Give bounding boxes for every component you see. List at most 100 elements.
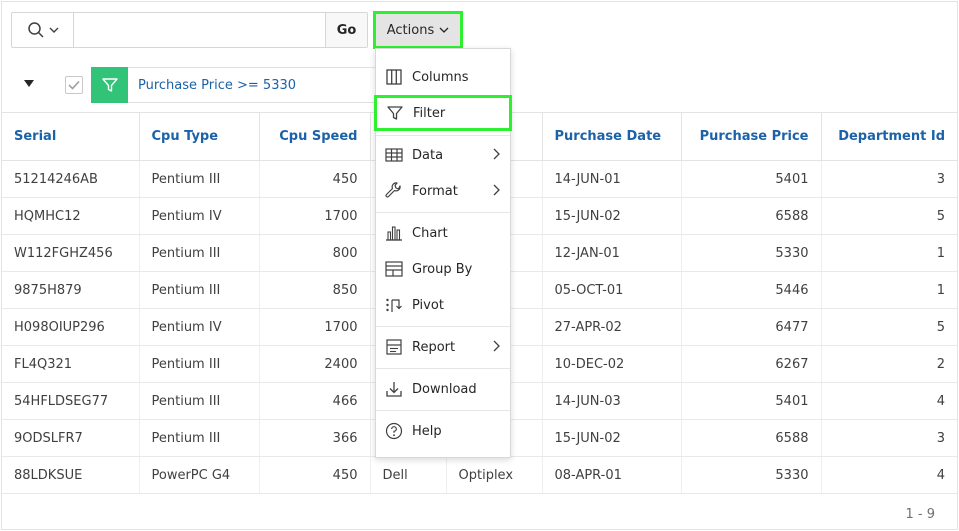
menu-item-label: Group By <box>412 261 473 277</box>
menu-divider <box>376 410 510 411</box>
filter-icon <box>91 66 128 103</box>
column-header-purchase-date[interactable]: Purchase Date <box>542 112 682 161</box>
table-cell: 15-JUN-02 <box>542 419 682 457</box>
table-cell: HQMHC12 <box>2 197 140 235</box>
table-cell: Pentium IV <box>139 197 260 235</box>
table-cell: 850 <box>259 271 371 309</box>
menu-divider <box>376 368 510 369</box>
menu-item-download[interactable]: Download <box>376 371 510 407</box>
table-cell: 450 <box>259 160 371 198</box>
menu-divider <box>376 326 510 327</box>
menu-divider <box>376 212 510 213</box>
filter-enable-checkbox[interactable] <box>65 76 83 94</box>
table-cell: 2 <box>821 345 957 383</box>
table-cell: 366 <box>259 419 371 457</box>
table-cell: Pentium IV <box>139 308 260 346</box>
table-cell: 51214246AB <box>2 160 140 198</box>
table-cell: 4 <box>821 382 957 420</box>
filter-label[interactable]: Purchase Price >= 5330 <box>128 78 296 93</box>
table-cell: 6588 <box>681 419 822 457</box>
table-cell: 1700 <box>259 197 371 235</box>
chevron-right-icon <box>493 184 500 196</box>
table-cell: 05-OCT-01 <box>542 271 682 309</box>
table-cell: Pentium III <box>139 419 260 457</box>
table-cell: 9875H879 <box>2 271 140 309</box>
table-cell: 6477 <box>681 308 822 346</box>
table-cell: 2400 <box>259 345 371 383</box>
table-cell: 4 <box>821 456 957 494</box>
data-icon <box>384 145 404 165</box>
table-cell: Dell <box>370 456 447 494</box>
menu-item-label: Chart <box>412 225 448 241</box>
actions-menu-button[interactable]: Actions <box>373 11 463 49</box>
table-cell: 27-APR-02 <box>542 308 682 346</box>
table-cell: 5 <box>821 308 957 346</box>
column-header-cpu-speed[interactable]: Cpu Speed <box>259 112 371 161</box>
column-header-serial[interactable]: Serial <box>2 112 140 161</box>
table-cell: 6267 <box>681 345 822 383</box>
menu-item-group-by[interactable]: Group By <box>376 251 510 287</box>
group-by-icon <box>384 259 404 279</box>
table-row: 88LDKSUE PowerPC G4 450 Dell Optiplex 08-APR-… <box>2 456 957 494</box>
report-icon <box>384 337 404 357</box>
menu-item-label: Download <box>412 381 477 397</box>
search-input[interactable] <box>74 13 325 47</box>
download-icon <box>384 379 404 399</box>
search-icon <box>27 22 44 38</box>
table-cell: FL4Q321 <box>2 345 140 383</box>
menu-item-data[interactable]: Data <box>376 137 510 173</box>
menu-item-help[interactable]: Help <box>376 413 510 449</box>
table-cell: 15-JUN-02 <box>542 197 682 235</box>
table-cell: 5401 <box>681 160 822 198</box>
menu-item-format[interactable]: Format <box>376 173 510 209</box>
search-column-selector[interactable] <box>12 13 74 47</box>
menu-item-pivot[interactable]: Pivot <box>376 287 510 323</box>
table-cell: Pentium III <box>139 271 260 309</box>
table-cell: 800 <box>259 234 371 272</box>
search-bar: Go <box>11 12 368 48</box>
filter-icon <box>385 103 405 123</box>
column-header-cpu-type[interactable]: Cpu Type <box>139 112 260 161</box>
chevron-down-icon <box>49 27 58 33</box>
table-cell: 5401 <box>681 382 822 420</box>
table-cell: 08-APR-01 <box>542 456 682 494</box>
table-cell: 1700 <box>259 308 371 346</box>
actions-dropdown-menu: Columns Filter Data Format Chart Group B… <box>374 48 512 458</box>
table-cell: 5330 <box>681 456 822 494</box>
help-icon <box>384 421 404 441</box>
table-cell: Pentium III <box>139 234 260 272</box>
chevron-down-icon <box>439 27 449 33</box>
collapse-toggle[interactable] <box>24 80 34 87</box>
menu-item-label: Data <box>412 147 444 163</box>
table-cell: 1 <box>821 271 957 309</box>
table-cell: 88LDKSUE <box>2 456 140 494</box>
table-cell: Pentium III <box>139 382 260 420</box>
table-cell: Pentium III <box>139 160 260 198</box>
table-cell: 6588 <box>681 197 822 235</box>
menu-item-label: Pivot <box>412 297 444 313</box>
actions-label: Actions <box>386 22 435 38</box>
column-header-department-id[interactable]: Department Id <box>821 112 957 161</box>
table-cell: 12-JAN-01 <box>542 234 682 272</box>
menu-item-label: Format <box>412 183 458 199</box>
table-cell: 5330 <box>681 234 822 272</box>
menu-item-columns[interactable]: Columns <box>376 59 510 95</box>
table-cell: Pentium III <box>139 345 260 383</box>
menu-item-chart[interactable]: Chart <box>376 215 510 251</box>
table-cell: H098OIUP296 <box>2 308 140 346</box>
table-cell: 3 <box>821 160 957 198</box>
table-cell: W112FGHZ456 <box>2 234 140 272</box>
pagination-label: 1 - 9 <box>905 507 936 522</box>
menu-item-filter[interactable]: Filter <box>374 95 512 131</box>
wrench-icon <box>384 181 404 201</box>
checkmark-icon <box>68 80 80 90</box>
column-header-purchase-price[interactable]: Purchase Price <box>681 112 822 161</box>
menu-item-report[interactable]: Report <box>376 329 510 365</box>
chevron-right-icon <box>493 340 500 352</box>
filter-pill[interactable]: Purchase Price >= 5330 <box>91 66 391 103</box>
table-cell: 14-JUN-03 <box>542 382 682 420</box>
go-button[interactable]: Go <box>325 13 367 47</box>
bar-chart-icon <box>384 223 404 243</box>
menu-item-label: Filter <box>413 105 446 121</box>
table-cell: 14-JUN-01 <box>542 160 682 198</box>
